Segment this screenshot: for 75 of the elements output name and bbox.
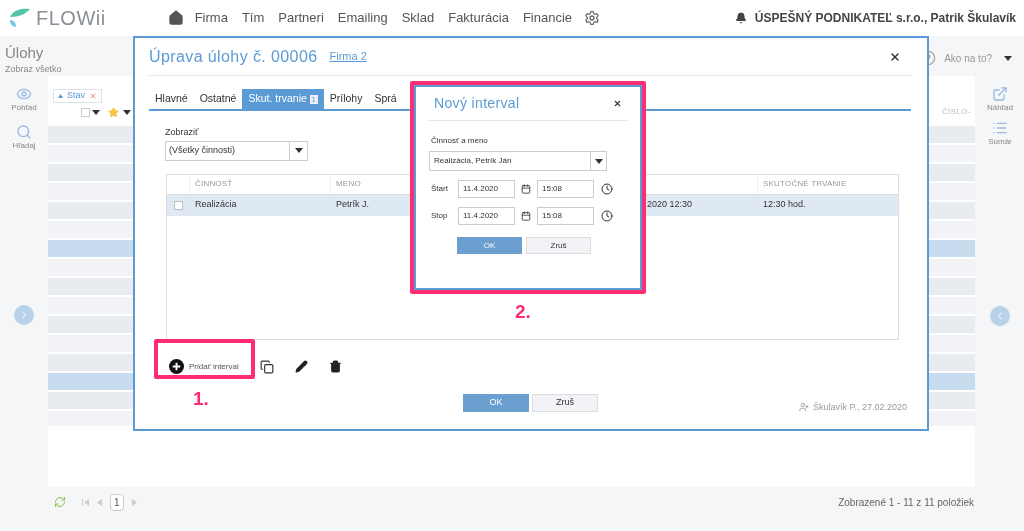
checkbox[interactable] xyxy=(81,107,90,117)
close-icon[interactable] xyxy=(889,50,901,63)
clock-icon[interactable] xyxy=(601,210,613,222)
row-checkbox[interactable] xyxy=(173,200,183,210)
tab[interactable]: Ostatné xyxy=(193,89,243,109)
column-header: SKUTOČNÉ TRVANIE xyxy=(763,178,847,190)
row-label: Štart xyxy=(430,183,449,195)
copy-icon[interactable] xyxy=(259,359,274,374)
dialog-title: Nový interval xyxy=(434,94,520,113)
field-label: Činnosť a meno xyxy=(430,135,488,147)
side-tool-button[interactable]: Náhľad xyxy=(987,86,1013,114)
close-icon[interactable] xyxy=(613,99,622,108)
sort-up-icon xyxy=(58,94,63,98)
column-header: ČINNOSŤ xyxy=(195,178,233,190)
bell-icon[interactable] xyxy=(734,12,747,24)
star-icon[interactable] xyxy=(108,106,119,118)
step-label: 2. xyxy=(515,300,531,324)
page-subtitle[interactable]: Zobraz všetko xyxy=(5,62,62,76)
table-cell-text: Petrík J. xyxy=(335,198,370,212)
tab[interactable]: Prílohy xyxy=(323,89,369,109)
leaf-logo-icon xyxy=(8,7,32,29)
column-header: ČÍSLO- xyxy=(941,106,971,118)
nav-link[interactable]: Firma xyxy=(194,8,228,28)
side-tool-button[interactable]: Pohľad xyxy=(11,86,37,114)
cancel-button[interactable]: Zruš xyxy=(532,393,598,412)
step-label: 1. xyxy=(193,387,209,411)
date-field[interactable]: 11.4.2020 xyxy=(458,207,515,225)
nav-link[interactable]: Partneri xyxy=(278,8,324,28)
tab[interactable]: Sprá xyxy=(368,89,403,109)
nav-link[interactable]: Tím xyxy=(241,8,265,28)
eye-icon xyxy=(16,86,32,102)
account-name[interactable]: ÚSPEŠNÝ PODNIKATEĽ s.r.o., Patrik Škulavík xyxy=(754,9,1016,27)
page-title: Úlohy xyxy=(5,43,45,63)
calendar-icon[interactable] xyxy=(521,211,531,221)
cancel-button[interactable]: Zruš xyxy=(526,237,591,254)
calendar-icon[interactable] xyxy=(521,184,531,194)
list-icon xyxy=(992,120,1008,136)
column-header: MENO xyxy=(336,178,361,190)
settings-icon[interactable] xyxy=(584,10,601,26)
page-number[interactable]: 1 xyxy=(110,493,124,511)
search-icon xyxy=(16,124,32,140)
table-cell-text: 12:30 hod. xyxy=(762,198,807,212)
activity-select[interactable]: (Všetky činnosti) xyxy=(165,140,308,161)
date-field[interactable]: 11.4.2020 xyxy=(458,180,515,198)
caret-icon xyxy=(123,109,131,115)
trash-icon[interactable] xyxy=(328,360,342,373)
table-cell-text: 2020 12:30 xyxy=(646,198,694,212)
plus-circle-icon xyxy=(169,359,184,374)
nav-link[interactable]: Emailing xyxy=(337,8,388,28)
pencil-icon[interactable] xyxy=(294,360,308,373)
caret-icon xyxy=(92,109,100,115)
dialog-title: Úprava úlohy č. 00006 xyxy=(149,46,318,67)
add-interval-button[interactable]: Pridať interval xyxy=(169,359,239,374)
caret-icon xyxy=(594,158,603,164)
row-label: Stop xyxy=(430,210,449,222)
clock-icon[interactable] xyxy=(601,183,613,195)
external-link-icon xyxy=(992,86,1008,102)
filter-label: Zobraziť xyxy=(165,126,199,139)
side-tool-button[interactable]: Sumár xyxy=(988,120,1012,148)
user-plus-icon xyxy=(799,402,810,413)
side-tool-button[interactable]: Hľadaj xyxy=(12,124,36,152)
app-logo: FLOWii xyxy=(36,6,106,31)
home-icon[interactable] xyxy=(167,10,184,26)
table-cell-text: Realizácia xyxy=(194,198,238,212)
author-note: Škulavík P., 27.02.2020 xyxy=(813,400,907,414)
time-field[interactable]: 15:08 xyxy=(537,180,594,198)
activity-select[interactable]: Realizácia, Petrík Ján xyxy=(429,151,607,171)
pager-summary: Zobrazené 1 - 11 z 11 položiek xyxy=(838,495,974,510)
nav-link[interactable]: Financie xyxy=(522,8,573,28)
time-field[interactable]: 15:08 xyxy=(537,207,594,225)
nav-link[interactable]: Fakturácia xyxy=(448,8,509,28)
caret-icon xyxy=(294,148,303,153)
dropdown-caret-icon xyxy=(1004,56,1012,61)
nav-link[interactable]: Sklad xyxy=(401,8,435,28)
tab[interactable]: Hlavné xyxy=(149,89,194,109)
